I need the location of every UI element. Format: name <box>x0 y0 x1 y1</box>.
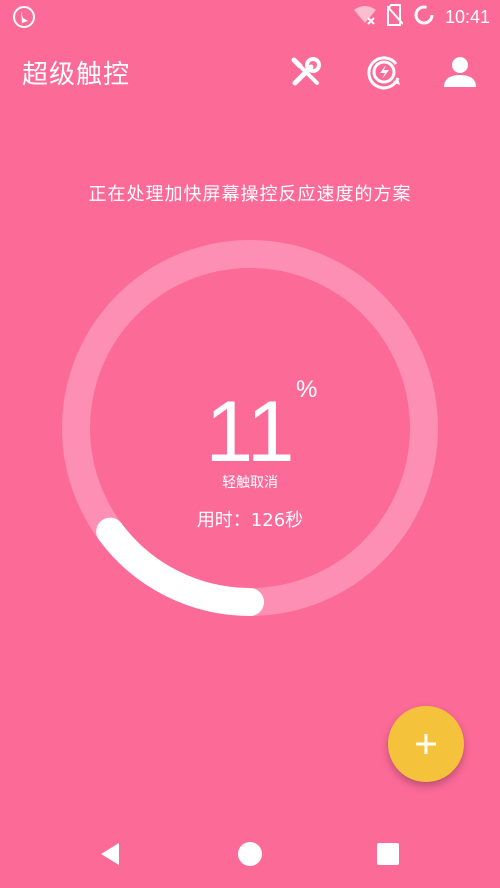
plus-icon <box>416 734 436 754</box>
recents-icon <box>377 843 399 865</box>
account-icon <box>444 57 476 87</box>
progress-ring-fill <box>96 517 264 616</box>
add-fab[interactable] <box>388 706 464 782</box>
status-message: 正在处理加快屏幕操控反应速度的方案 <box>88 184 412 205</box>
boost-icon <box>367 56 400 90</box>
boost-button[interactable] <box>360 48 408 96</box>
back-button[interactable] <box>80 836 140 872</box>
percent-sign: % <box>296 376 318 403</box>
battery-ring-icon <box>413 4 435 30</box>
status-bar: 10:41 <box>0 0 500 34</box>
notification-icon <box>12 5 36 29</box>
elapsed-time: 用时：126秒 <box>196 510 304 531</box>
no-sim-icon <box>386 4 404 30</box>
progress-gauge[interactable]: 11 % 轻触取消 用时：126秒 <box>50 228 450 628</box>
tap-to-cancel[interactable]: 轻触取消 <box>50 472 450 492</box>
status-icons: 10:41 <box>353 4 490 30</box>
app-title: 超级触控 <box>22 60 131 90</box>
clock-time: 10:41 <box>444 6 490 27</box>
tools-button[interactable] <box>282 48 330 96</box>
tools-icon <box>291 57 321 86</box>
home-button[interactable] <box>220 836 280 872</box>
recents-button[interactable] <box>358 836 418 872</box>
wifi-off-icon <box>353 5 377 29</box>
back-icon <box>101 843 119 865</box>
navigation-bar <box>0 822 500 888</box>
app-bar: 超级触控 <box>0 40 500 104</box>
account-button[interactable] <box>436 48 484 96</box>
progress-percent: 11 <box>205 384 295 480</box>
home-icon <box>238 842 262 866</box>
